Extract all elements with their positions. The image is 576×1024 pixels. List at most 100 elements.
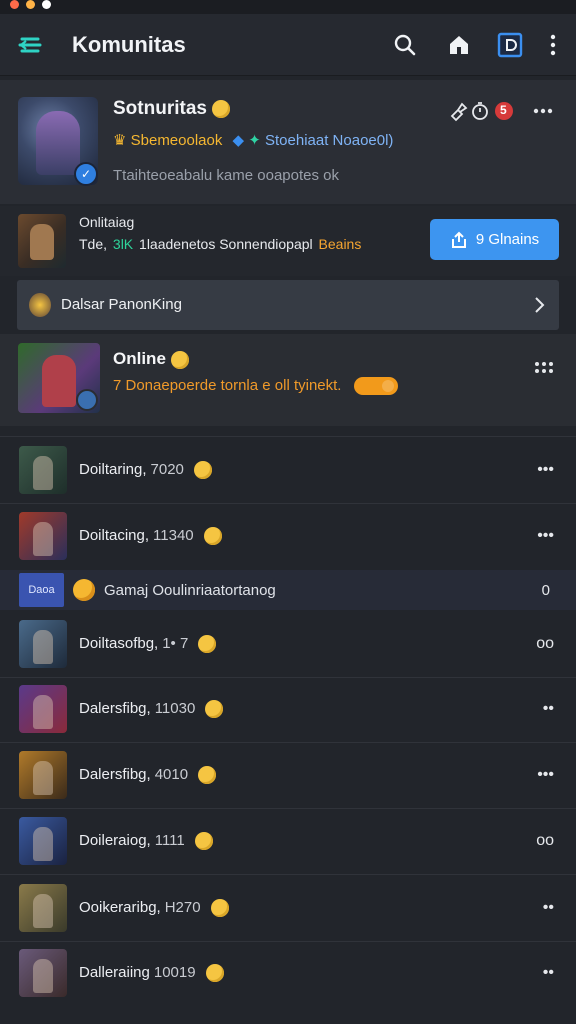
list-item[interactable]: Doiltasofbg, 1• 7 oo xyxy=(0,611,576,677)
join-button[interactable]: 9 Glnains xyxy=(430,219,559,260)
list-item-more-icon[interactable]: •• xyxy=(543,964,554,982)
list-item-number: 11030 xyxy=(154,700,196,717)
more-vertical-icon[interactable] xyxy=(540,32,566,58)
list-item-thumbnail xyxy=(19,512,67,560)
list-item-number: 1• 7 xyxy=(162,635,189,652)
list-item-label: Doiltacing, 11340 xyxy=(79,527,222,546)
list-item-more-icon[interactable]: ••• xyxy=(537,766,554,784)
window-close-dot[interactable] xyxy=(10,0,19,9)
smile-emoji-icon xyxy=(170,350,189,369)
hero-figure xyxy=(36,111,80,175)
group-description: Ttaihteoeabalu kame ooapotes ok xyxy=(113,167,339,184)
banner-count: 0 xyxy=(541,582,550,599)
ranking-link[interactable]: Dalsar PanonKing xyxy=(17,280,559,330)
event-announcement[interactable]: Onlitaiag Tde, 3lK 1laadenetos Sonnendio… xyxy=(0,206,576,276)
crown-icon: ♛ xyxy=(113,132,127,149)
list-item-name: Ooikeraribg, xyxy=(79,899,161,916)
list-item-number: H270 xyxy=(164,899,201,916)
list-item-label: Doiltasofbg, 1• 7 xyxy=(79,635,217,654)
pin-icon[interactable] xyxy=(450,102,468,122)
online-card[interactable]: Online 7 Donaepoerde tornla e oll tyinek… xyxy=(0,334,576,426)
star-icon: ✦ xyxy=(248,132,261,149)
gem-icon: ◆ xyxy=(232,132,245,149)
smile-emoji-icon xyxy=(205,700,224,719)
smile-emoji-icon xyxy=(198,635,217,654)
banner-tag: Daoa xyxy=(19,573,64,607)
list-item-name: Doiltasofbg, xyxy=(79,635,159,652)
list-item-label: Dalersfibg, 4010 xyxy=(79,766,217,785)
list-item-name: Dalersfibg, xyxy=(79,700,151,717)
search-icon[interactable] xyxy=(392,32,418,58)
window-minimize-dot[interactable] xyxy=(26,0,35,9)
list-item-number: 11340 xyxy=(153,527,194,544)
list-item-label: Doiltaring, 7020 xyxy=(79,461,212,480)
list-item-number: 1111 xyxy=(154,832,185,849)
list-item-name: Doiltacing, xyxy=(79,527,150,544)
window-strip xyxy=(0,0,576,14)
online-title: Online xyxy=(113,349,189,369)
list-item-thumbnail xyxy=(19,446,67,494)
coin-icon xyxy=(73,579,95,601)
list-item-label: Ooikeraribg, H270 xyxy=(79,899,229,918)
list-item[interactable]: Dalleraiing 10019 •• xyxy=(0,940,576,1006)
list-item-number: 4010 xyxy=(154,766,189,783)
ranking-label: Dalsar PanonKing xyxy=(61,296,182,313)
list-item-name: Doileraiog, xyxy=(79,832,151,849)
list-item-number: 10019 xyxy=(153,964,196,981)
group-tag-1: Sbemeoolaok xyxy=(130,132,223,149)
ranking-avatar xyxy=(29,293,51,317)
list-item-more-icon[interactable]: ••• xyxy=(537,527,554,545)
list-item-more-icon[interactable]: ••• xyxy=(537,461,554,479)
group-tag-2: Stoehiaat Noaoe0l) xyxy=(265,132,394,149)
list-item-more-icon[interactable]: oo xyxy=(536,832,554,850)
list-item-name: Dalersfibg, xyxy=(79,766,151,783)
smile-emoji-icon xyxy=(205,964,224,983)
status-pill[interactable] xyxy=(353,377,398,396)
list-item[interactable]: Dalersfibg, 4010 ••• xyxy=(0,742,576,808)
list-item-more-icon[interactable]: •• xyxy=(543,700,554,718)
list-item-name: Dalleraiing xyxy=(79,964,150,981)
event-detail: Tde, 3lK 1laadenetos Sonnendiopapl Beain… xyxy=(79,236,362,252)
smile-emoji-icon xyxy=(198,766,217,785)
list-item-thumbnail xyxy=(19,884,67,932)
list-item-more-icon[interactable]: •• xyxy=(543,899,554,917)
group-actions: 5 xyxy=(448,100,558,122)
list-item-thumbnail xyxy=(19,685,67,733)
more-horizontal-icon[interactable] xyxy=(533,108,553,114)
list-item-thumbnail xyxy=(19,949,67,997)
page-title: Komunitas xyxy=(72,32,186,57)
smile-emoji-icon xyxy=(194,832,213,851)
event-title: Onlitaiag xyxy=(79,214,135,230)
menu-back-icon[interactable] xyxy=(18,33,42,57)
list-item[interactable]: Doiltacing, 11340 ••• xyxy=(0,503,576,569)
square-badge-icon[interactable] xyxy=(497,32,523,58)
banner-text: Gamaj Ooulinriaatortanog xyxy=(104,582,276,599)
home-icon[interactable] xyxy=(446,32,472,58)
notification-count: 5 xyxy=(500,103,507,117)
timer-icon[interactable] xyxy=(472,102,488,120)
smile-emoji-icon xyxy=(193,461,212,480)
online-more-icon[interactable] xyxy=(534,360,554,381)
list-item[interactable]: Ooikeraribg, H270 •• xyxy=(0,875,576,941)
list-item-number: 7020 xyxy=(150,461,184,478)
list-item-thumbnail xyxy=(19,620,67,668)
list-item[interactable]: Doileraiog, 1111 oo xyxy=(0,808,576,874)
smile-emoji-icon xyxy=(210,899,229,918)
list-item-label: Dalleraiing 10019 xyxy=(79,964,224,983)
list-item[interactable]: Dalersfibg, 11030 •• xyxy=(0,676,576,742)
list-item-label: Dalersfibg, 11030 xyxy=(79,700,224,719)
list-item[interactable]: Doiltaring, 7020 ••• xyxy=(0,437,576,503)
list-item-more-icon[interactable]: oo xyxy=(536,635,554,653)
list-item-thumbnail xyxy=(19,817,67,865)
smile-emoji-icon xyxy=(203,527,222,546)
window-maximize-dot[interactable] xyxy=(42,0,51,9)
game-banner[interactable]: Daoa Gamaj Ooulinriaatortanog 0 xyxy=(0,570,576,610)
group-name: Sotnuritas xyxy=(113,98,231,120)
app-bar: Komunitas xyxy=(0,14,576,76)
list-item-thumbnail xyxy=(19,751,67,799)
group-header-card[interactable]: ✓ Sotnuritas ♛ Sbemeoolaok ◆ ✦ Stoehiaat… xyxy=(0,80,576,204)
online-thumbnail xyxy=(18,343,100,413)
list-item-name: Doiltaring, xyxy=(79,461,147,478)
group-tags: ♛ Sbemeoolaok ◆ ✦ Stoehiaat Noaoe0l) xyxy=(113,131,393,149)
share-icon xyxy=(451,231,466,248)
